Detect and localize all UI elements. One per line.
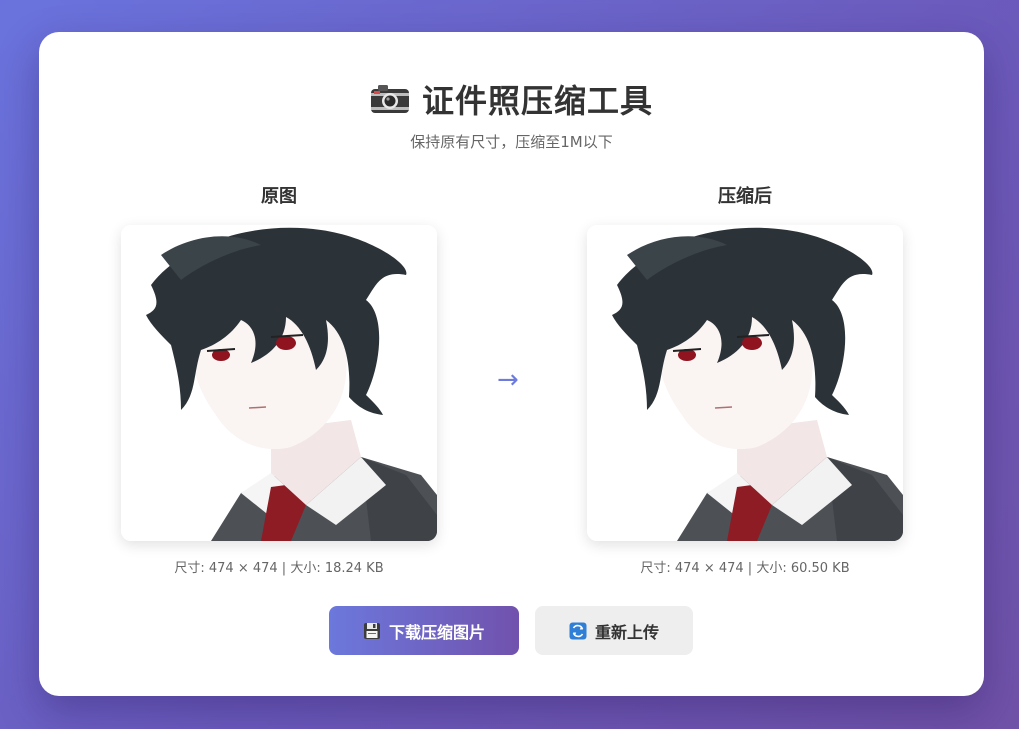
- floppy-disk-icon: [363, 622, 380, 639]
- page-subtitle: 保持原有尺寸，压缩至1M以下: [410, 133, 613, 151]
- camera-icon: [370, 85, 409, 113]
- reupload-button[interactable]: 重新上传: [535, 606, 693, 655]
- original-label: 原图: [261, 186, 297, 207]
- original-panel: 原图 尺寸: 474 × 474 | 大小: 18.24 KB: [121, 184, 437, 576]
- download-button[interactable]: 下载压缩图片: [329, 606, 519, 655]
- arrow-icon: →: [497, 365, 519, 395]
- page-title: 证件照压缩工具: [421, 82, 653, 120]
- header: 证件照压缩工具: [39, 78, 984, 120]
- compressed-image: [587, 225, 903, 541]
- compressor-card: 证件照压缩工具 保持原有尺寸，压缩至1M以下 原图 尺寸: 474 × 474 …: [39, 32, 984, 696]
- reupload-button-label: 重新上传: [594, 622, 659, 642]
- compressed-panel: 压缩后 尺寸: 474 × 474 | 大小: 60.50 KB: [587, 184, 903, 576]
- original-info: 尺寸: 474 × 474 | 大小: 18.24 KB: [174, 561, 384, 576]
- original-image: [121, 225, 437, 541]
- compressed-label: 压缩后: [718, 186, 772, 207]
- download-button-label: 下载压缩图片: [388, 622, 485, 642]
- compressed-info: 尺寸: 474 × 474 | 大小: 60.50 KB: [640, 561, 850, 576]
- refresh-icon: [569, 622, 587, 639]
